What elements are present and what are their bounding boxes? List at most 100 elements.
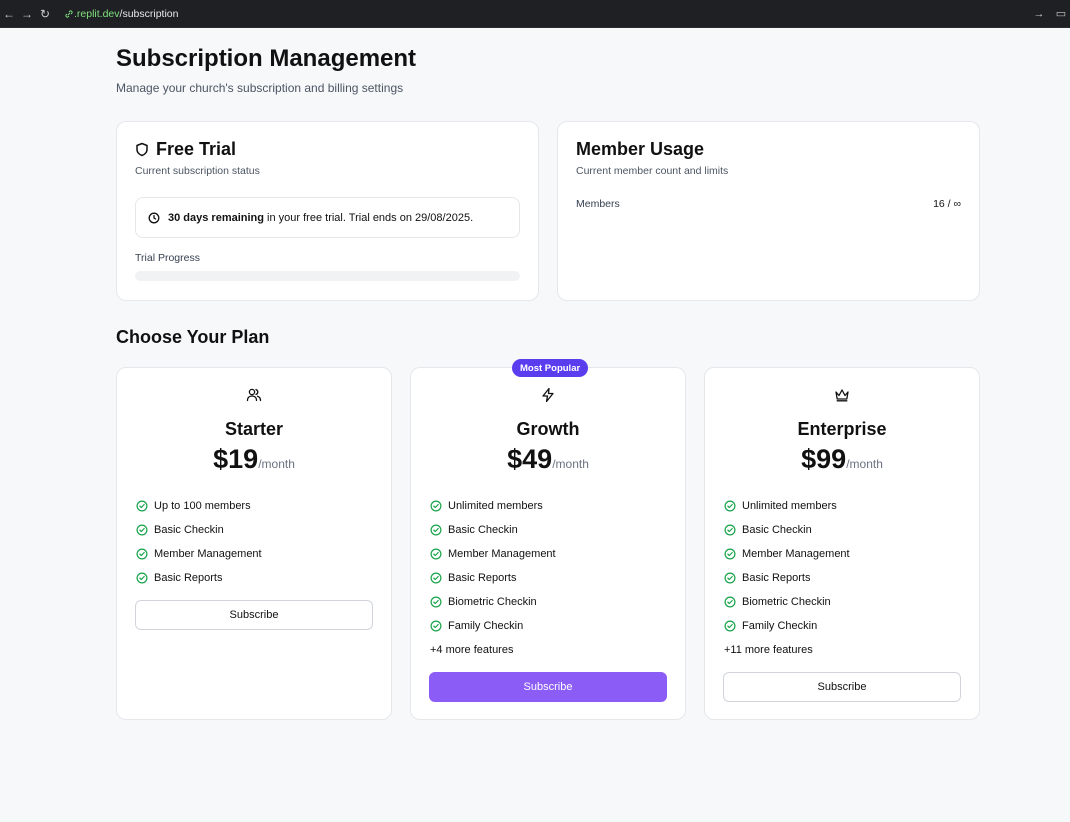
trial-card: Free Trial Current subscription status 3… (116, 121, 539, 301)
plans-section-title: Choose Your Plan (116, 327, 270, 347)
plan-card-growth: Most Popular Growth $49/month Unlimited … (410, 359, 686, 720)
price-period: /month (258, 457, 295, 471)
feature-label: Up to 100 members (154, 500, 251, 512)
check-circle-icon (430, 620, 442, 632)
feature-label: Biometric Checkin (448, 596, 537, 608)
reload-icon[interactable]: ↻ (36, 5, 54, 23)
subscribe-starter-button[interactable]: Subscribe (135, 600, 373, 630)
feature-label: Family Checkin (448, 620, 524, 632)
plan-name: Enterprise (797, 419, 887, 439)
feature-list: Unlimited members Basic Checkin Member M… (724, 494, 850, 662)
forward-small-icon[interactable]: → (1032, 8, 1046, 20)
plan-name: Starter (224, 419, 284, 439)
feature-item: Biometric Checkin (430, 590, 556, 614)
feature-label: Basic Reports (448, 572, 517, 584)
check-circle-icon (724, 548, 736, 560)
plan-card-starter: Starter $19/month Up to 100 members Basi… (116, 367, 392, 720)
clock-icon (148, 212, 160, 223)
subscribe-growth-button[interactable]: Subscribe (429, 672, 667, 702)
feature-item: Biometric Checkin (724, 590, 850, 614)
price-amount: $49 (507, 444, 553, 474)
check-circle-icon (724, 620, 736, 632)
trial-days-remaining: 30 days remaining (168, 211, 264, 224)
url-path: /subscription (119, 7, 179, 20)
url-host: .replit.dev (74, 7, 120, 20)
browser-toolbar: ← → ↻ .replit.dev/subscription → ▭ (0, 0, 1070, 28)
trial-card-title: Free Trial (135, 139, 236, 160)
feature-label: Basic Checkin (742, 524, 812, 536)
check-circle-icon (136, 524, 148, 536)
subscribe-enterprise-button[interactable]: Subscribe (723, 672, 961, 702)
trial-alert: 30 days remaining in your free trial. Tr… (135, 197, 520, 238)
page-title: Subscription Management (116, 45, 417, 72)
feature-item: Basic Reports (430, 566, 556, 590)
check-circle-icon (724, 500, 736, 512)
trial-alert-text: 30 days remaining in your free trial. Tr… (168, 212, 473, 224)
users-icon (117, 387, 391, 403)
plan-price: $99/month (705, 444, 979, 475)
plan-price: $19/month (117, 444, 391, 475)
cast-icon[interactable]: ▭ (1054, 7, 1068, 20)
trial-card-subtitle: Current subscription status (135, 165, 260, 177)
trial-alert-detail: in your free trial. Trial ends on 29/08/… (264, 211, 474, 224)
feature-item: Basic Reports (136, 566, 262, 590)
check-circle-icon (430, 548, 442, 560)
usage-card: Member Usage Current member count and li… (557, 121, 980, 301)
members-label: Members (576, 198, 620, 210)
check-circle-icon (136, 500, 148, 512)
feature-label: Basic Reports (742, 572, 811, 584)
trial-title-text: Free Trial (156, 139, 237, 159)
more-features-text: +11 more features (724, 644, 813, 656)
usage-card-title: Member Usage (576, 139, 705, 159)
shield-icon (136, 142, 148, 157)
feature-item: Up to 100 members (136, 494, 262, 518)
trial-progress-bar (135, 271, 520, 281)
more-features-text: +4 more features (430, 644, 514, 656)
plan-price: $49/month (411, 444, 685, 475)
feature-label: Member Management (742, 548, 850, 560)
price-amount: $99 (801, 444, 847, 474)
feature-list: Unlimited members Basic Checkin Member M… (430, 494, 556, 662)
feature-label: Basic Reports (154, 572, 223, 584)
price-period: /month (552, 457, 589, 471)
feature-item: Basic Reports (724, 566, 850, 590)
check-circle-icon (430, 500, 442, 512)
feature-label: Unlimited members (742, 500, 837, 512)
feature-label: Basic Checkin (448, 524, 518, 536)
crown-icon (705, 387, 979, 403)
check-circle-icon (724, 572, 736, 584)
feature-item: Member Management (430, 542, 556, 566)
link-icon (65, 9, 73, 18)
plan-card-enterprise: Enterprise $99/month Unlimited members B… (704, 367, 980, 720)
price-amount: $19 (213, 444, 259, 474)
page-subtitle: Manage your church's subscription and bi… (116, 81, 404, 95)
check-circle-icon (724, 524, 736, 536)
feature-label: Member Management (154, 548, 262, 560)
feature-label: Unlimited members (448, 500, 543, 512)
feature-item: Member Management (136, 542, 262, 566)
feature-item: Basic Checkin (430, 518, 556, 542)
trial-progress-label: Trial Progress (135, 252, 200, 264)
address-bar[interactable]: .replit.dev/subscription (64, 8, 178, 20)
feature-label: Biometric Checkin (742, 596, 831, 608)
check-circle-icon (724, 596, 736, 608)
feature-label: Member Management (448, 548, 556, 560)
feature-label: Basic Checkin (154, 524, 224, 536)
price-period: /month (846, 457, 883, 471)
feature-label: Family Checkin (742, 620, 818, 632)
back-arrow-icon[interactable]: ← (0, 5, 18, 23)
check-circle-icon (430, 572, 442, 584)
feature-item: Unlimited members (724, 494, 850, 518)
forward-arrow-icon[interactable]: → (18, 5, 36, 23)
feature-item: Basic Checkin (136, 518, 262, 542)
most-popular-badge: Most Popular (512, 359, 589, 377)
plan-name: Growth (516, 419, 580, 439)
check-circle-icon (430, 596, 442, 608)
check-circle-icon (136, 548, 148, 560)
feature-item: Member Management (724, 542, 850, 566)
feature-item: Basic Checkin (724, 518, 850, 542)
usage-card-subtitle: Current member count and limits (576, 165, 729, 177)
check-circle-icon (430, 524, 442, 536)
members-count: 16 / ∞ (933, 198, 961, 210)
feature-item: Family Checkin (724, 614, 850, 638)
